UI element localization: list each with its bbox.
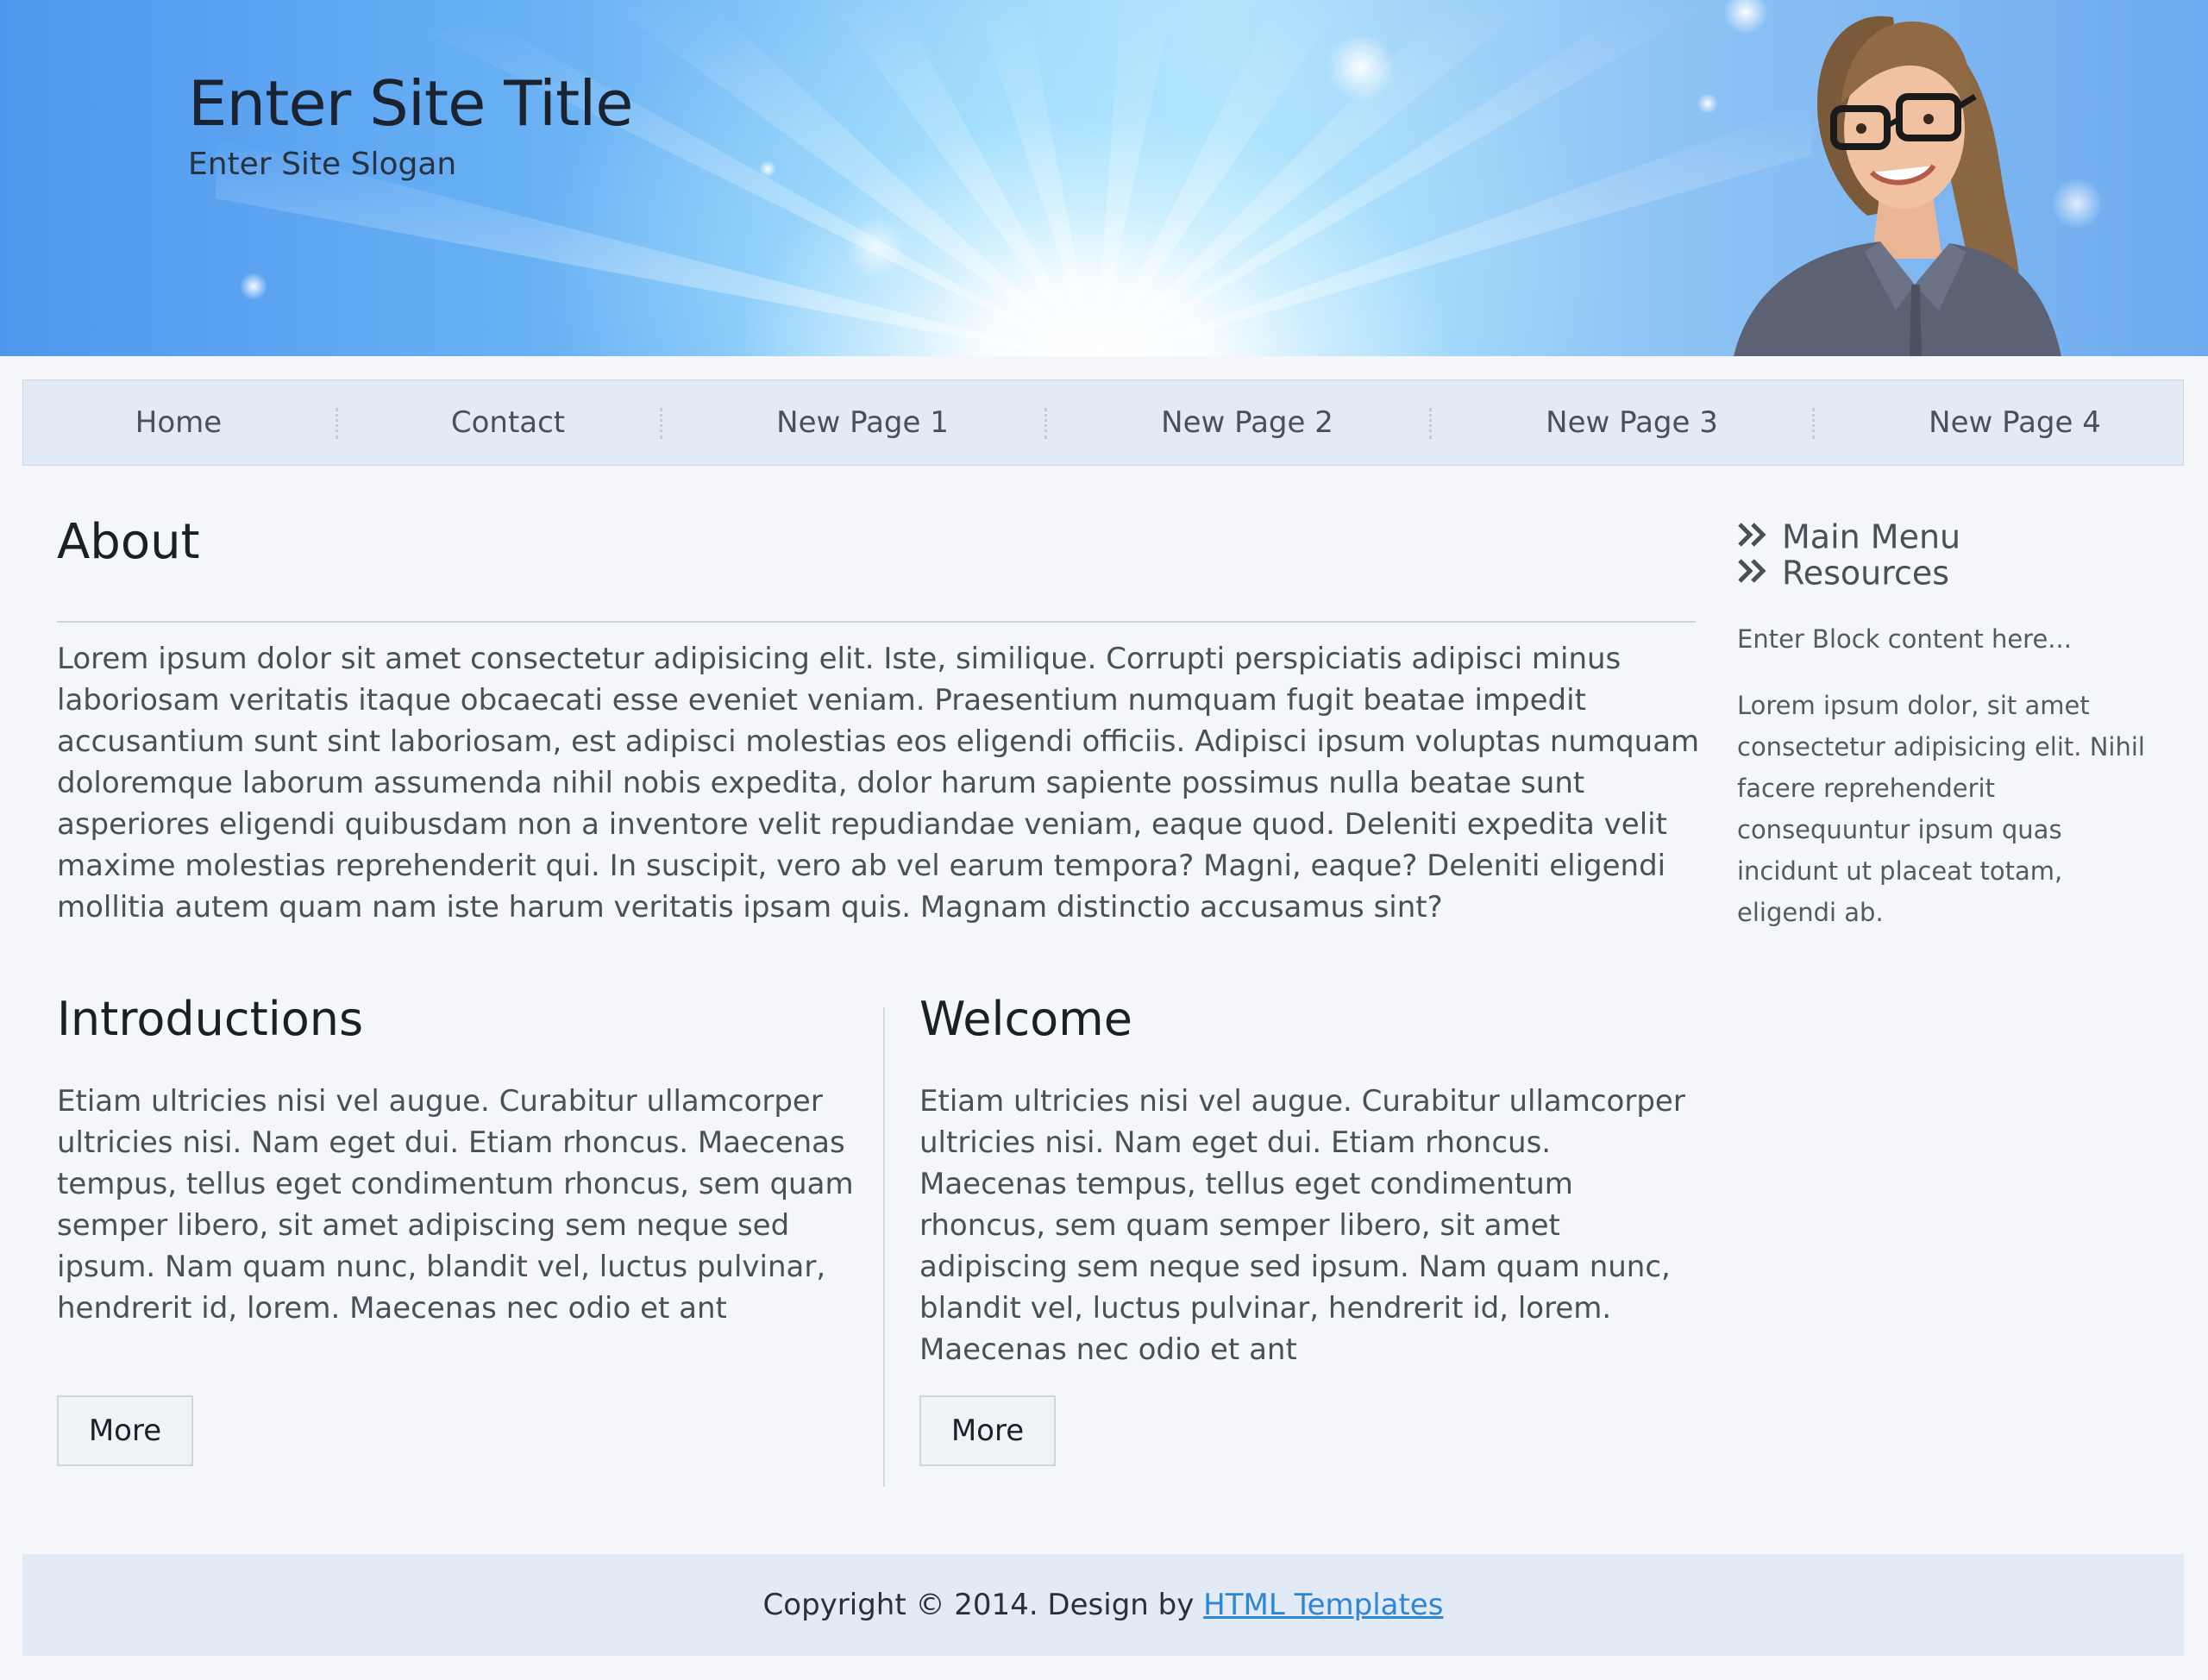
footer-link-html-templates[interactable]: HTML Templates	[1203, 1588, 1443, 1622]
column-divider	[883, 1007, 885, 1487]
double-chevron-right-icon	[1737, 518, 1782, 556]
site-header: Enter Site Title Enter Site Slogan	[0, 0, 2208, 356]
welcome-heading: Welcome	[919, 992, 1133, 1046]
introductions-more-button[interactable]: More	[57, 1395, 193, 1466]
double-chevron-right-icon	[1737, 555, 1782, 592]
main-nav: Home Contact New Page 1 New Page 2 New P…	[22, 379, 2184, 466]
welcome-text: Etiam ultricies nisi vel augue. Curabitu…	[919, 1084, 1685, 1367]
nav-separator	[1429, 408, 1432, 439]
introductions-heading: Introductions	[57, 992, 364, 1046]
nav-item-new-page-4[interactable]: New Page 4	[1829, 380, 2200, 465]
nav-item-contact[interactable]: Contact	[353, 380, 663, 465]
about-divider	[57, 621, 1696, 623]
nav-item-home[interactable]: Home	[58, 380, 299, 465]
nav-separator	[1044, 408, 1047, 439]
site-footer: Copyright © 2014. Design by HTML Templat…	[22, 1554, 2184, 1656]
sidebar-block-title: Enter Block content here...	[1737, 624, 2072, 654]
footer-copyright: Copyright © 2014. Design by	[762, 1588, 1204, 1622]
sidebar-link-main-menu[interactable]: Main Menu	[1737, 516, 1961, 556]
nav-separator	[660, 408, 662, 439]
nav-item-new-page-1[interactable]: New Page 1	[677, 380, 1048, 465]
welcome-more-button[interactable]: More	[919, 1395, 1056, 1466]
site-slogan: Enter Site Slogan	[188, 147, 457, 182]
introductions-text: Etiam ultricies nisi vel augue. Curabitu…	[57, 1084, 854, 1326]
sidebar-link-label: Main Menu	[1782, 517, 1961, 556]
sidebar-block-text: Lorem ipsum dolor, sit amet consectetur …	[1737, 691, 2145, 927]
welcome-column: Welcome Etiam ultricies nisi vel augue. …	[919, 992, 1696, 1370]
header-person-image	[1734, 16, 2061, 356]
nav-item-new-page-3[interactable]: New Page 3	[1446, 380, 1817, 465]
site-title: Enter Site Title	[188, 67, 634, 140]
introductions-column: Introductions Etiam ultricies nisi vel a…	[57, 992, 868, 1329]
nav-separator	[336, 408, 338, 439]
nav-separator	[1812, 408, 1815, 439]
about-heading: About	[57, 514, 200, 570]
sidebar-link-resources[interactable]: Resources	[1737, 552, 1950, 592]
sidebar-link-label: Resources	[1782, 554, 1950, 592]
about-text: Lorem ipsum dolor sit amet consectetur a…	[57, 642, 1700, 925]
nav-item-new-page-2[interactable]: New Page 2	[1062, 380, 1433, 465]
